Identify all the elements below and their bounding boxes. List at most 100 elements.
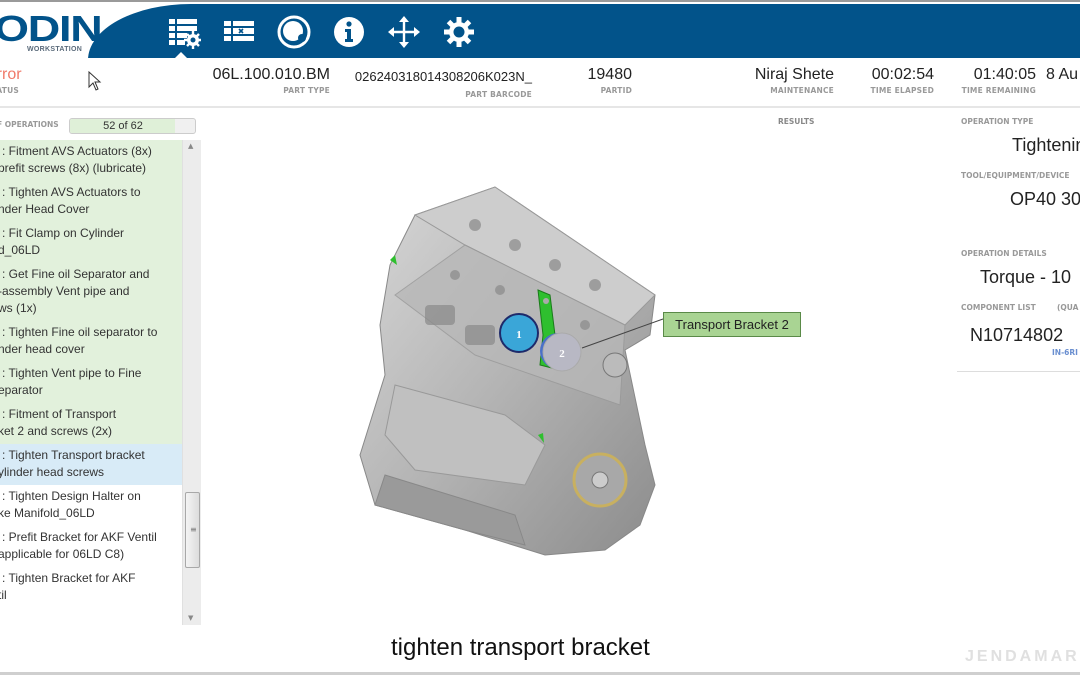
scrollbar-thumb[interactable]: ≡ <box>185 492 200 568</box>
operation-list-item[interactable]: 0 : Tighten AVS Actuators to nder Head Co… <box>0 181 182 222</box>
operation-list-item[interactable]: 0 : Tighten Transport bracket ylinder hea… <box>0 444 182 485</box>
part-id-value: 19480 <box>587 66 633 83</box>
maintenance-label: MAINTENANCE <box>770 86 834 95</box>
operation-item-text: ylinder head screws <box>0 465 105 479</box>
brand-watermark: JENDAMARK <box>965 648 1080 665</box>
operations-scrollbar[interactable]: ▲ ≡ ▼ <box>182 140 201 625</box>
grip-icon: ≡ <box>190 525 197 534</box>
operation-item-text: 0 : Tighten AVS Actuators to <box>0 185 141 199</box>
date-field: 8 Au <box>1046 66 1078 84</box>
operation-list-item[interactable]: 0 : Get Fine oil Separator and -assembly … <box>0 263 182 321</box>
operation-item-text: ke Manifold_06LD <box>0 506 95 520</box>
operation-item-text: 0 : Fit Clamp on Cylinder <box>0 226 125 240</box>
part-type-field: 06L.100.010.BM PART TYPE <box>213 66 330 95</box>
component-callout: Transport Bracket 2 <box>663 312 801 337</box>
time-elapsed-label: TIME ELAPSED <box>870 86 934 95</box>
operation-item-text: ws (1x) <box>0 301 37 315</box>
part-type-label: PART TYPE <box>283 86 330 95</box>
part-type-value: 06L.100.010.BM <box>212 66 330 83</box>
info-icon[interactable] <box>330 14 367 50</box>
operation-item-text: nder head cover <box>0 342 85 356</box>
operation-list-item[interactable]: 0 : Tighten Design Halter on ke Manifold_… <box>0 485 182 526</box>
operation-list-item[interactable]: 0 : Fitment AVS Actuators (8x) prefit scr… <box>0 140 182 181</box>
part-barcode-value: 026240318014308206K023N_ <box>354 69 532 84</box>
operations-list-clear-icon[interactable] <box>220 14 257 50</box>
component-list-label: COMPONENT LIST <box>961 303 1036 312</box>
operation-item-text: 0 : Tighten Design Halter on <box>0 489 141 503</box>
quantity-label: (QUA <box>1057 303 1079 312</box>
operations-progress-bar: 52 of 62 <box>69 118 196 134</box>
operation-item-text: -assembly Vent pipe and <box>0 284 130 298</box>
operations-label: F OPERATIONS <box>0 120 59 129</box>
operation-item-text: 0 : Fitment of Transport <box>0 407 117 421</box>
instruction-text: tighten transport bracket <box>391 634 650 661</box>
time-elapsed-field: 00:02:54 TIME ELAPSED <box>871 66 934 95</box>
operation-item-text: ket 2 and screws (2x) <box>0 424 113 438</box>
operation-type-label: OPERATION TYPE <box>961 117 1034 126</box>
time-remaining-field: 01:40:05 TIME REMAINING <box>962 66 1036 95</box>
operation-item-text: nder Head Cover <box>0 202 90 216</box>
marker-1-label: 1 <box>516 329 522 341</box>
operation-item-text: d_06LD <box>0 243 41 257</box>
operation-item-text: prefit screws (8x) (lubricate) <box>0 161 147 175</box>
operation-item-text: eparator <box>0 383 43 397</box>
operation-list-item[interactable]: 0 : Tighten Vent pipe to Fine eparator <box>0 362 182 403</box>
operation-item-text: applicable for 06LD C8) <box>0 547 125 561</box>
tool-value: OP40 30 <box>1010 189 1080 209</box>
operations-list: 0 : Fitment AVS Actuators (8x) prefit scr… <box>0 140 182 625</box>
part-barcode-field: 026240318014308206K023N_ PART BARCODE <box>355 68 532 99</box>
operations-progress-text: 52 of 62 <box>103 120 143 132</box>
time-remaining-label: TIME REMAINING <box>961 86 1036 95</box>
top-bar: ODIN WORKSTATION <box>0 0 1080 60</box>
move-icon[interactable] <box>385 14 422 50</box>
operation-list-item[interactable]: 0 : Tighten Bracket for AKF til <box>0 567 182 608</box>
tool-label: TOOL/EQUIPMENT/DEVICE <box>961 171 1070 180</box>
gear-icon[interactable] <box>440 14 477 50</box>
operation-item-text: 0 : Tighten Fine oil separator to <box>0 325 158 339</box>
marker-1[interactable]: 1 <box>499 313 539 353</box>
nav-toolbar <box>165 14 495 50</box>
operation-list-item[interactable]: 0 : Prefit Bracket for AKF Ventil applica… <box>0 526 182 567</box>
engine-diagram: 1 2 <box>359 186 664 556</box>
part-id-label: PARTID <box>600 86 632 95</box>
logo-subtitle: WORKSTATION <box>27 46 83 53</box>
part-barcode-label: PART BARCODE <box>465 90 532 99</box>
results-label: RESULTS <box>778 117 815 126</box>
scroll-down-arrow-icon[interactable]: ▼ <box>188 614 193 622</box>
component-sub-label: IN-6RI <box>1052 348 1078 357</box>
time-remaining-value: 01:40:05 <box>973 66 1036 83</box>
maintenance-field: Niraj Shete MAINTENANCE <box>755 66 834 95</box>
operation-item-text: 0 : Tighten Vent pipe to Fine <box>0 366 142 380</box>
logo: ODIN <box>0 8 103 49</box>
maintenance-value: Niraj Shete <box>754 66 834 83</box>
date-value: 8 Au <box>1046 66 1079 83</box>
operation-details-label: OPERATION DETAILS <box>961 249 1047 258</box>
operation-list-item[interactable]: 0 : Fit Clamp on Cylinder d_06LD <box>0 222 182 263</box>
part-id-field: 19480 PARTID <box>588 66 633 95</box>
operation-list-item[interactable]: 0 : Tighten Fine oil separator to nder he… <box>0 321 182 362</box>
operation-item-text: 0 : Prefit Bracket for AKF Ventil <box>0 530 157 544</box>
component-value: N10714802 <box>970 325 1064 345</box>
operations-header: F OPERATIONS 52 of 62 <box>0 116 200 138</box>
status-field: Error STATUS <box>0 66 22 95</box>
operation-list-item[interactable]: 0 : Fitment of Transport ket 2 and screws… <box>0 403 182 444</box>
status-label: STATUS <box>0 86 19 95</box>
app-window: ODIN WORKSTATION ror TUS 06L.100.010.BM … <box>0 0 1080 675</box>
operation-details-value: Torque - 10 <box>980 267 1072 287</box>
operation-item-text: 0 : Get Fine oil Separator and <box>0 267 150 281</box>
right-panel-divider <box>957 371 1080 372</box>
info-strip: Error STATUS 06L.100.010.BM PART TYPE 02… <box>0 58 1080 108</box>
marker-2-label: 2 <box>559 348 565 360</box>
operation-item-text: 0 : Tighten Bracket for AKF <box>0 571 136 585</box>
operation-item-text: til <box>0 588 7 602</box>
mouse-cursor-icon <box>88 71 102 91</box>
scroll-up-arrow-icon[interactable]: ▲ <box>188 142 193 150</box>
refresh-circle-icon[interactable] <box>275 14 312 50</box>
operation-item-text: 0 : Fitment AVS Actuators (8x) <box>0 144 152 158</box>
status-value: Error <box>0 66 22 83</box>
operation-item-text: 0 : Tighten Transport bracket <box>0 448 145 462</box>
time-elapsed-value: 00:02:54 <box>871 66 934 83</box>
engine-body <box>359 186 656 556</box>
operations-settings-icon[interactable] <box>165 14 202 50</box>
operation-type-value: Tightening <box>1012 135 1080 155</box>
